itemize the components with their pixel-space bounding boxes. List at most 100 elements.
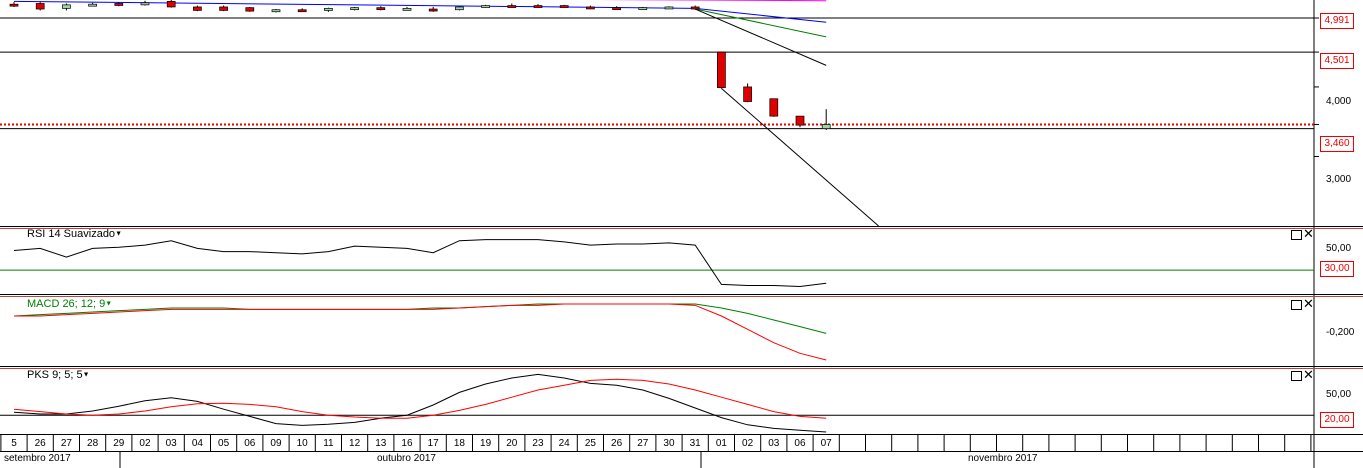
rsi-axis-label: 50,00 <box>1326 243 1352 254</box>
candle-body <box>428 8 438 12</box>
candle-body <box>324 7 333 11</box>
candle-body <box>664 6 674 10</box>
pks-axis-label: 50,00 <box>1326 389 1352 400</box>
candle-body <box>350 7 359 10</box>
date-tick-label: 24 <box>558 438 570 449</box>
candle-body <box>88 3 97 7</box>
pks-series-line-0 <box>13 373 827 433</box>
date-tick-label: 04 <box>191 438 203 449</box>
date-tick-label: 13 <box>375 438 387 449</box>
close-icon[interactable]: ✕ <box>1303 368 1314 381</box>
candle-body <box>193 6 202 11</box>
candle-body <box>166 1 176 8</box>
price-overlay-line-0 <box>13 0 827 23</box>
date-tick-label: 02 <box>139 438 151 449</box>
close-icon[interactable]: ✕ <box>1303 297 1314 310</box>
price-tag-upper: 4,991 <box>1320 13 1354 29</box>
date-tick-label: 31 <box>689 438 701 449</box>
date-tick-label: 23 <box>532 438 544 449</box>
date-tick-label: 20 <box>506 438 518 449</box>
candle-body <box>481 5 490 8</box>
date-tick-label: 26 <box>611 438 623 449</box>
candle-body <box>297 9 307 13</box>
rsi-panel-title[interactable]: RSI 14 Suavizado▼ <box>27 228 122 240</box>
price-axis-label-3000: 3,000 <box>1326 174 1352 185</box>
date-tick-label: 27 <box>60 438 72 449</box>
date-tick-label: 11 <box>323 438 334 449</box>
price-overlay-line-1 <box>597 0 827 2</box>
price-overlay-line-4 <box>721 87 879 227</box>
candle-body <box>219 6 228 11</box>
date-tick-label: 5 <box>11 438 17 449</box>
pks-series-line-1 <box>13 378 827 419</box>
price-axis-label-4000: 4,000 <box>1326 96 1352 107</box>
date-tick-label: 29 <box>113 438 125 449</box>
candle-body <box>743 86 752 102</box>
date-tick-label: 12 <box>349 438 361 449</box>
candle-body <box>717 51 726 88</box>
candle-body <box>795 115 805 126</box>
candle-body <box>62 4 71 9</box>
maximize-icon[interactable] <box>1291 230 1302 240</box>
chevron-down-icon[interactable]: ▼ <box>83 372 90 379</box>
candle-body <box>271 9 281 13</box>
date-tick-label: 28 <box>87 438 99 449</box>
macd-series-line-1 <box>14 303 827 361</box>
date-tick-label: 30 <box>663 438 675 449</box>
date-tick-label: 18 <box>453 438 465 449</box>
rsi-title-text: RSI 14 Suavizado <box>27 228 116 240</box>
candle-body <box>245 7 255 12</box>
maximize-icon[interactable] <box>1291 300 1302 310</box>
rsi-level-tag: 30,00 <box>1320 261 1354 277</box>
date-tick-label: 05 <box>218 438 230 449</box>
macd-series-line-0 <box>13 303 827 334</box>
pks-title-text: PKS 9; 5; 5 <box>27 369 83 381</box>
close-icon[interactable]: ✕ <box>1303 227 1314 240</box>
date-tick-label: 03 <box>768 438 780 449</box>
month-label-setembro: setembro 2017 <box>4 453 71 464</box>
price-overlay-line-3 <box>695 8 827 66</box>
maximize-icon[interactable] <box>1291 371 1302 381</box>
date-tick-label: 10 <box>296 438 308 449</box>
candle-body <box>455 6 464 11</box>
candle-body <box>821 124 831 129</box>
pks-level-tag: 20,00 <box>1320 412 1354 428</box>
date-tick-label: 01 <box>715 438 727 449</box>
chevron-down-icon[interactable]: ▼ <box>105 301 112 308</box>
candle-body <box>612 7 621 10</box>
candle-body <box>35 3 45 10</box>
price-tag-middle: 4,501 <box>1320 53 1354 69</box>
candle-body <box>533 5 543 8</box>
candle-body <box>638 7 648 10</box>
candle-body <box>376 7 386 10</box>
date-tick-label: 06 <box>244 438 256 449</box>
date-tick-label: 25 <box>584 438 596 449</box>
chevron-down-icon[interactable]: ▼ <box>115 231 122 238</box>
candle-body <box>769 98 779 117</box>
price-tag-last: 3,460 <box>1320 136 1354 152</box>
macd-axis-label: -0,200 <box>1326 327 1355 338</box>
date-tick-label: 27 <box>637 438 649 449</box>
date-tick-label: 06 <box>794 438 806 449</box>
date-tick-label: 07 <box>820 438 832 449</box>
month-label-outubro: outubro 2017 <box>377 453 436 464</box>
candle-body <box>507 5 517 8</box>
macd-panel-title[interactable]: MACD 26; 12; 9▼ <box>27 298 112 310</box>
chart-canvas[interactable] <box>0 0 1363 468</box>
date-tick-label: 16 <box>401 438 413 449</box>
candle-body <box>9 3 19 7</box>
rsi-series-line-0 <box>13 239 827 288</box>
month-label-novembro: novembro 2017 <box>968 453 1038 464</box>
date-tick-label: 03 <box>165 438 177 449</box>
date-tick-label: 02 <box>742 438 754 449</box>
date-tick-label: 17 <box>427 438 439 449</box>
candle-body <box>114 3 124 6</box>
date-tick-label: 26 <box>34 438 46 449</box>
date-tick-label: 09 <box>270 438 282 449</box>
candle-body <box>559 5 569 8</box>
macd-title-text: MACD 26; 12; 9 <box>27 298 106 310</box>
candle-body <box>402 7 412 11</box>
pks-panel-title[interactable]: PKS 9; 5; 5▼ <box>27 369 90 381</box>
date-tick-label: 19 <box>480 438 492 449</box>
candle-body <box>586 6 595 10</box>
